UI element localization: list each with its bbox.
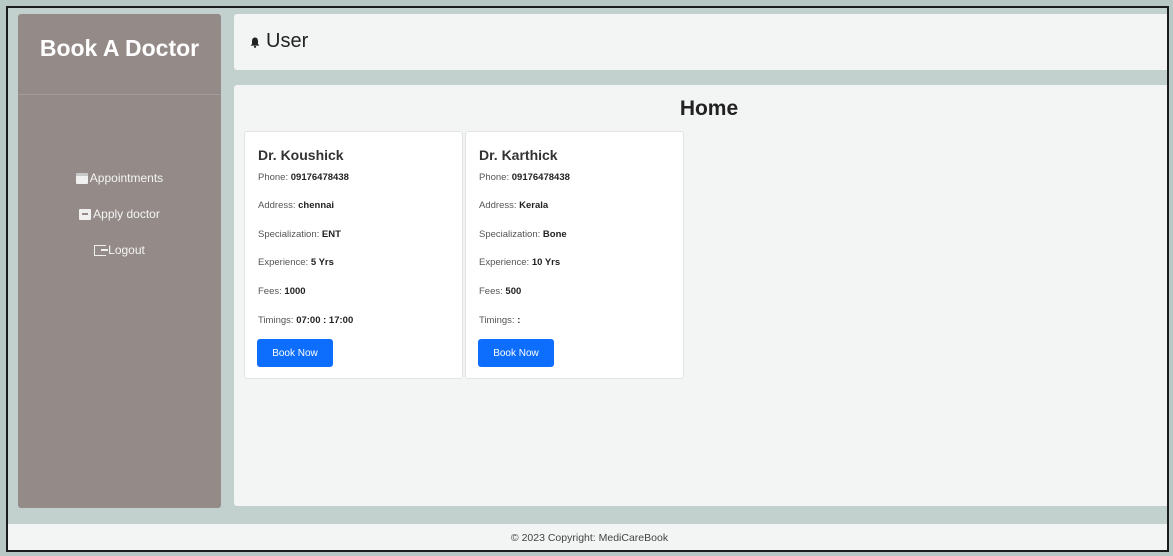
doctor-experience: Experience: 10 Yrs: [479, 257, 561, 268]
document-icon: [79, 208, 92, 220]
doctor-card: Dr. Koushick Phone: 09176478438 Address:…: [244, 131, 463, 379]
doctor-card: Dr. Karthick Phone: 09176478438 Address:…: [465, 131, 684, 379]
doctor-specialization: Specialization: ENT: [258, 229, 341, 240]
brand-divider: [18, 94, 221, 95]
doctor-fees: Fees: 1000: [258, 286, 306, 297]
doctor-timings: Timings: :: [479, 315, 521, 326]
doctor-phone: Phone: 09176478438: [479, 172, 570, 183]
book-now-button[interactable]: Book Now: [257, 339, 333, 367]
sidebar-item-logout[interactable]: Logout: [18, 232, 221, 268]
doctor-experience: Experience: 5 Yrs: [258, 257, 334, 268]
sidebar-nav: Appointments Apply doctor Logout: [18, 160, 221, 268]
doctor-phone: Phone: 09176478438: [258, 172, 349, 183]
copyright-text: © 2023 Copyright: MediCareBook: [510, 532, 669, 544]
doctor-address: Address: Kerala: [479, 200, 549, 211]
brand-title: Book A Doctor: [39, 35, 200, 61]
doctor-specialization: Specialization: Bone: [479, 229, 567, 240]
doctor-fees: Fees: 500: [479, 286, 522, 297]
doctor-name: Dr. Koushick: [258, 147, 344, 163]
main-content: Home Dr. Koushick Phone: 09176478438 Add…: [234, 85, 1167, 506]
top-header: User: [234, 14, 1167, 70]
sidebar-item-label: Apply doctor: [93, 207, 160, 221]
doctor-timings: Timings: 07:00 : 17:00: [258, 315, 354, 326]
sidebar-item-apply-doctor[interactable]: Apply doctor: [18, 196, 221, 232]
sidebar-item-label: Logout: [108, 243, 145, 257]
footer: © 2023 Copyright: MediCareBook: [8, 524, 1167, 550]
app-frame: Book A Doctor Appointments Apply doctor …: [6, 6, 1169, 552]
user-label[interactable]: User: [266, 30, 308, 53]
logout-icon: [94, 244, 109, 256]
bell-icon[interactable]: [250, 37, 260, 48]
doctor-name: Dr. Karthick: [479, 147, 558, 163]
sidebar-item-appointments[interactable]: Appointments: [18, 160, 221, 196]
calendar-icon: [75, 172, 88, 184]
sidebar-item-label: Appointments: [89, 171, 164, 185]
sidebar: Book A Doctor Appointments Apply doctor …: [18, 14, 221, 508]
doctor-address: Address: chennai: [258, 200, 335, 211]
book-now-button[interactable]: Book Now: [478, 339, 554, 367]
page-title: Home: [679, 97, 739, 120]
